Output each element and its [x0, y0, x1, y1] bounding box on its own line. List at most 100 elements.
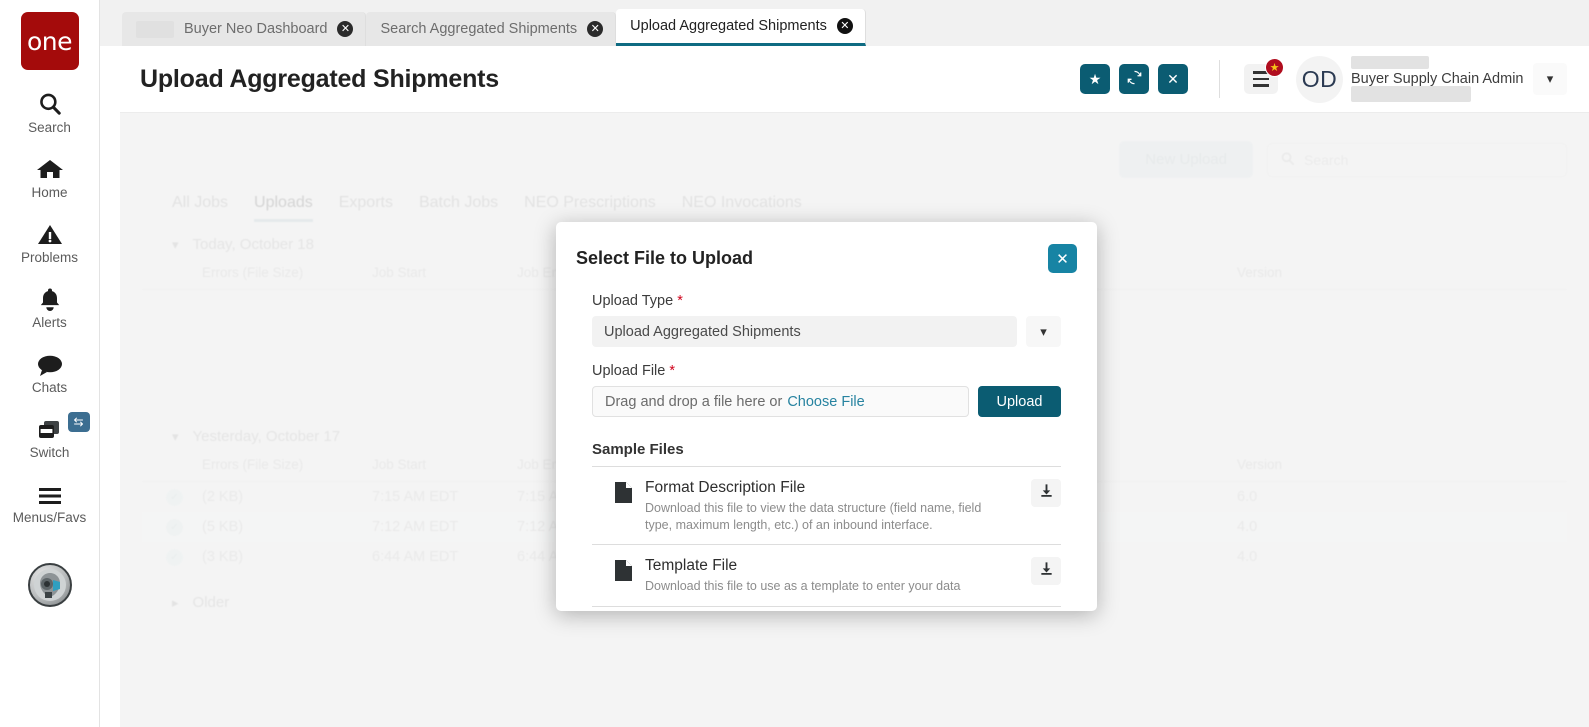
page-title: Upload Aggregated Shipments [140, 65, 499, 94]
cell-errors: (5 KB) [202, 519, 372, 535]
sidebar-item-home[interactable]: Home [0, 154, 100, 200]
sidebar-item-problems[interactable]: Problems [0, 219, 100, 265]
sidebar-item-search[interactable]: Search [0, 89, 100, 135]
column-errors: Errors (File Size) [202, 265, 372, 280]
sidebar-item-menus-favs[interactable]: Menus/Favs [0, 479, 100, 525]
row-status: ✓ [142, 489, 202, 506]
sidebar-item-switch[interactable]: ⇆ Switch [0, 414, 100, 460]
tab-search-aggregated-shipments[interactable]: Search Aggregated Shipments ✕ [366, 12, 616, 46]
search-input[interactable]: Search [1267, 143, 1567, 177]
cell-errors: (2 KB) [202, 489, 372, 505]
column-errors: Errors (File Size) [202, 457, 372, 472]
left-sidebar: one Search Home Problems Alerts [0, 0, 100, 727]
sidebar-item-label: Alerts [32, 315, 67, 330]
upload-type-value: Upload Aggregated Shipments [604, 324, 801, 340]
tab-neo-invocations[interactable]: NEO Invocations [682, 194, 802, 222]
choose-file-link[interactable]: Choose File [787, 394, 864, 410]
check-circle-icon: ✓ [166, 489, 183, 506]
tab-label: Search Aggregated Shipments [380, 21, 577, 37]
search-placeholder: Search [1304, 152, 1348, 168]
user-info[interactable]: Buyer Supply Chain Admin [1351, 54, 1529, 104]
chevron-down-icon: ▾ [172, 237, 179, 253]
background-toolbar: New Upload Search [142, 113, 1567, 178]
tab-label: Exports [339, 194, 393, 211]
required-marker: * [669, 363, 675, 379]
avatar[interactable]: OD [1296, 56, 1343, 103]
upload-file-label-text: Upload File [592, 363, 665, 379]
browser-tab-strip: Buyer Neo Dashboard ✕ Search Aggregated … [100, 0, 1589, 46]
one-network-logo[interactable]: one [21, 12, 79, 70]
user-menu-button[interactable]: ▾ [1533, 63, 1567, 95]
sidebar-item-label: Switch [30, 445, 70, 460]
download-button[interactable] [1031, 557, 1061, 585]
avatar-initials: OD [1302, 66, 1338, 93]
close-page-button[interactable]: ✕ [1158, 64, 1188, 94]
cell-job-start: 6:44 AM EDT [372, 549, 517, 565]
sample-files-heading: Sample Files [592, 441, 1061, 458]
tab-label: Buyer Neo Dashboard [184, 21, 327, 37]
logo-text: one [27, 27, 72, 56]
tab-label: All Jobs [172, 194, 228, 211]
cell-job-start: 7:15 AM EDT [372, 489, 517, 505]
refresh-button[interactable] [1119, 64, 1149, 94]
download-button[interactable] [1031, 479, 1061, 507]
search-icon [37, 89, 63, 117]
document-icon [614, 481, 633, 509]
star-icon: ★ [1265, 58, 1284, 77]
tab-upload-aggregated-shipments[interactable]: Upload Aggregated Shipments ✕ [616, 9, 866, 46]
warning-triangle-icon [37, 219, 63, 247]
sidebar-item-alerts[interactable]: Alerts [0, 284, 100, 330]
sidebar-item-label: Chats [32, 380, 67, 395]
ai-assistant-avatar-icon[interactable] [28, 563, 72, 607]
close-icon[interactable]: ✕ [337, 21, 353, 37]
list-item[interactable]: Format Description File Download this fi… [592, 466, 1061, 544]
header-actions: ★ ✕ ★ OD Buyer Supply Chain Admin [1071, 54, 1567, 104]
cell-version: 4.0 [1237, 519, 1327, 535]
list-item[interactable]: Template File Download this file to use … [592, 544, 1061, 607]
row-status: ✓ [142, 549, 202, 566]
sidebar-item-chats[interactable]: Chats [0, 349, 100, 395]
sidebar-item-label: Problems [21, 250, 78, 265]
header-menu-button[interactable]: ★ [1244, 64, 1278, 94]
new-upload-label: New Upload [1145, 151, 1227, 168]
upload-type-select[interactable]: Upload Aggregated Shipments [592, 316, 1017, 347]
chevron-down-icon: ▾ [1547, 71, 1554, 87]
download-icon [1039, 483, 1054, 503]
row-status: ✓ [142, 519, 202, 536]
favorite-button[interactable]: ★ [1080, 64, 1110, 94]
tab-label: NEO Invocations [682, 194, 802, 211]
tab-all-jobs[interactable]: All Jobs [172, 194, 228, 222]
header-divider [1219, 60, 1220, 98]
tab-label: Uploads [254, 194, 313, 211]
new-upload-button[interactable]: New Upload [1119, 141, 1253, 178]
cell-version: 4.0 [1237, 549, 1327, 565]
sample-file-title: Template File [645, 557, 1019, 575]
file-drop-zone[interactable]: Drag and drop a file here or Choose File [592, 386, 969, 417]
column-job-start: Job Start [372, 457, 517, 472]
chevron-down-icon: ▾ [1040, 324, 1047, 340]
dialog-close-button[interactable]: ✕ [1048, 244, 1077, 273]
tab-buyer-neo-dashboard[interactable]: Buyer Neo Dashboard ✕ [122, 12, 366, 46]
column-version: Version [1237, 457, 1327, 472]
tab-neo-prescriptions[interactable]: NEO Prescriptions [524, 194, 656, 222]
close-icon[interactable]: ✕ [837, 18, 853, 34]
group-label: Today, October 18 [193, 236, 314, 253]
sidebar-item-label: Menus/Favs [13, 510, 87, 525]
tab-uploads[interactable]: Uploads [254, 194, 313, 222]
app-root: one Search Home Problems Alerts [0, 0, 1589, 727]
swap-arrows-icon[interactable]: ⇆ [68, 412, 90, 432]
close-icon[interactable]: ✕ [587, 21, 603, 37]
x-icon: ✕ [1167, 71, 1179, 88]
list-item-text: Template File Download this file to use … [645, 557, 1019, 595]
upload-type-dropdown-button[interactable]: ▾ [1026, 316, 1061, 347]
redacted-user-name [1351, 56, 1429, 69]
chat-bubble-icon [36, 349, 64, 377]
sidebar-item-label: Search [28, 120, 71, 135]
upload-type-label-text: Upload Type [592, 293, 673, 309]
document-icon [614, 559, 633, 587]
tab-batch-jobs[interactable]: Batch Jobs [419, 194, 498, 222]
tab-exports[interactable]: Exports [339, 194, 393, 222]
select-file-to-upload-dialog: Select File to Upload ✕ Upload Type * Up… [556, 222, 1097, 611]
upload-button[interactable]: Upload [978, 386, 1061, 417]
sidebar-item-label: Home [31, 185, 67, 200]
